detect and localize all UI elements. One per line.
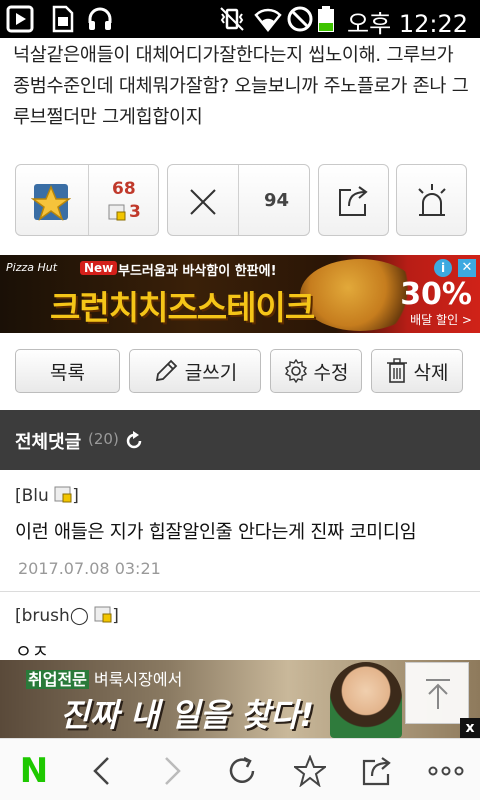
ad-info-icon[interactable]: i [434, 259, 452, 277]
level-badge-icon [54, 486, 72, 503]
vibrate-icon [220, 7, 244, 31]
bookmark-star-icon [294, 755, 326, 787]
recommend-sub-count: 3 [129, 202, 141, 222]
trash-icon [386, 358, 407, 383]
ad-headline: 크런치치즈스테이크 [50, 288, 315, 327]
comment-date: 2017.07.08 03:21 [18, 559, 161, 578]
ad-discount: 30% [400, 277, 472, 312]
comment-author[interactable]: [brush◯ ] [15, 606, 119, 626]
x-icon [190, 189, 216, 215]
ad2-person-image [330, 662, 402, 738]
post-body-text: 넉살같은애들이 대체어디가잘한다는지 씹노이해. 그루브가 종범수준인데 대체뭐… [13, 45, 469, 128]
ad-discount-label: 배달 할인 > [410, 313, 472, 327]
no-signal-icon [287, 6, 313, 32]
ad-banner-pizza[interactable]: Pizza Hut New 부드러움과 바삭함이 한판에! 크런치치즈스테이크 … [0, 255, 480, 333]
comment-item: [Blu ] 이런 애들은 지가 힙잘알인줄 안다는게 진짜 코미디임 2017… [0, 471, 480, 592]
back-button[interactable] [80, 749, 124, 793]
play-store-icon [6, 5, 34, 33]
sim-card-icon [52, 5, 74, 33]
wifi-icon [254, 8, 282, 33]
comment-author[interactable]: [Blu ] [15, 486, 79, 506]
more-icon [428, 766, 464, 776]
comment-text: 이런 애들은 지가 힙잘알인줄 안다는게 진짜 코미디임 [15, 522, 417, 543]
pencil-icon [155, 359, 178, 382]
siren-icon [418, 184, 446, 216]
list-button-label: 목록 [50, 361, 85, 384]
star-icon [31, 184, 71, 221]
refresh-icon [229, 756, 255, 783]
naver-home-button[interactable]: N [12, 749, 56, 793]
naver-n-icon: N [19, 751, 49, 791]
write-button-label: 글쓰기 [184, 361, 238, 384]
arrow-up-icon [426, 679, 450, 709]
disapprove-count: 94 [264, 190, 290, 211]
ad2-headline: 진짜 내 일을 찾다! [60, 696, 315, 734]
ad-brand-logo: Pizza Hut [6, 261, 58, 274]
report-button[interactable] [396, 164, 467, 236]
ad-new-badge: New [80, 261, 118, 275]
gear-icon [284, 359, 307, 383]
ad2-subtitle: 취업전문 벼룩시장에서 [26, 670, 183, 689]
browser-nav-bar: N [0, 738, 480, 800]
comments-header: 전체댓글 (20) [0, 410, 480, 470]
more-button[interactable] [424, 749, 468, 793]
recommend-count: 68 [112, 179, 136, 199]
edit-button[interactable]: 수정 [270, 349, 362, 393]
share-icon [339, 186, 368, 216]
comment-item: [brush◯ ] ㅇㅈ [0, 593, 480, 663]
status-bar: 오후 12:22 [0, 0, 480, 38]
forward-button[interactable] [150, 749, 194, 793]
level-badge-icon [94, 606, 112, 623]
edit-button-label: 수정 [313, 361, 349, 384]
recommend-box[interactable]: 68 3 [15, 164, 159, 236]
ad-close-icon[interactable]: ✕ [458, 259, 476, 277]
comments-header-label: 전체댓글 [15, 432, 82, 453]
bookmark-button[interactable] [288, 749, 332, 793]
back-icon [93, 757, 109, 785]
reload-button[interactable] [220, 749, 264, 793]
list-button[interactable]: 목록 [15, 349, 120, 393]
scroll-top-button[interactable] [405, 662, 469, 724]
share-icon [362, 757, 391, 786]
level-badge-icon [108, 204, 126, 221]
comments-count: (20) [88, 430, 119, 448]
delete-button-label: 삭제 [413, 361, 449, 384]
disapprove-box[interactable]: 94 [167, 164, 310, 236]
share-page-button[interactable] [356, 749, 400, 793]
forward-icon [165, 757, 181, 785]
write-button[interactable]: 글쓰기 [129, 349, 261, 393]
headset-icon [88, 7, 112, 30]
battery-low-icon [318, 6, 334, 32]
ad-close-icon[interactable]: x [460, 718, 480, 738]
share-button[interactable] [318, 164, 389, 236]
ad-subtitle: 부드러움과 바삭함이 한판에! [118, 264, 277, 279]
delete-button[interactable]: 삭제 [371, 349, 463, 393]
status-time: 오후 12:22 [347, 10, 468, 38]
refresh-comments-icon[interactable] [124, 431, 144, 451]
